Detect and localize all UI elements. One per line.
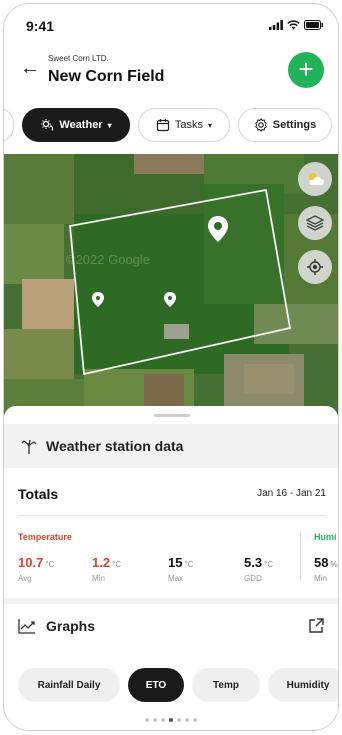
date-range[interactable]: Jan 16 - Jan 21 [257, 488, 326, 499]
stat-value: 58 [314, 555, 329, 570]
partly-cloudy-icon [309, 173, 324, 185]
stat-unit: °C [112, 560, 122, 569]
company-name: Sweet Corn LTD. [48, 54, 109, 63]
tab-tasks-label: Tasks [174, 119, 204, 131]
stat-label: Avg [18, 574, 32, 583]
tab-bar: Weather ▾ Tasks ▾ Settings [4, 108, 338, 144]
my-location-button[interactable] [298, 250, 332, 284]
chevron-down-icon: ▾ [208, 120, 213, 130]
phone-frame: 9:41 ← Sweet Corn LTD. New Corn Field + … [3, 3, 339, 731]
layers-icon [306, 215, 324, 231]
humidity-label: Humi [314, 532, 337, 542]
graphs-row[interactable]: Graphs [18, 618, 95, 634]
humidity-min-stat: 58% Min [314, 554, 338, 583]
chip-rainfall-daily[interactable]: Rainfall Daily [18, 668, 120, 702]
locate-icon [307, 259, 323, 275]
temp-avg-stat: 10.7 °C Avg [18, 554, 54, 583]
stat-unit: % [330, 560, 338, 569]
totals-heading: Totals [18, 486, 59, 502]
line-chart-icon [18, 619, 35, 634]
status-bar: 9:41 [4, 4, 338, 44]
gear-icon [254, 118, 267, 132]
map-watermark: ©2022 Google [66, 252, 150, 267]
temp-max-stat: 15 °C Max [168, 554, 193, 583]
status-icons [269, 20, 324, 30]
map-layers-button[interactable] [298, 206, 332, 240]
stat-value: 1.2 [92, 555, 111, 570]
satellite-map[interactable]: ©2022 Google [4, 154, 338, 416]
battery-icon [304, 20, 323, 30]
section-divider [4, 598, 338, 604]
page-dot[interactable] [177, 718, 181, 722]
sheet-grabber[interactable] [154, 414, 190, 417]
temp-min-stat: 1.2 °C Min [92, 554, 121, 583]
stat-value: 15 [168, 555, 183, 570]
bottom-sheet: Weather station data Totals Jan 16 - Jan… [4, 406, 338, 730]
wifi-icon [287, 20, 300, 30]
signal-icon [269, 20, 283, 30]
weather-icon [41, 119, 54, 131]
back-arrow-icon[interactable]: ← [20, 56, 40, 80]
stat-unit: °C [264, 560, 274, 569]
tab-tasks[interactable]: Tasks ▾ [138, 108, 230, 142]
map-imagery: ©2022 Google [4, 154, 338, 416]
chip-temp[interactable]: Temp [192, 668, 260, 702]
page-dot[interactable] [145, 718, 149, 722]
page-dot[interactable] [161, 718, 165, 722]
divider [18, 515, 326, 516]
stat-value: 5.3 [244, 555, 263, 570]
temp-gdd-stat: 5.3 °C GDD [244, 554, 273, 583]
page-dot[interactable] [193, 718, 197, 722]
stat-label: GDD [244, 574, 262, 583]
weather-station-icon [21, 439, 37, 454]
tab-settings-label: Settings [272, 119, 317, 131]
add-button[interactable]: + [288, 52, 324, 88]
calendar-icon [156, 119, 170, 132]
weather-layer-button[interactable] [298, 162, 332, 196]
page-indicator [4, 718, 338, 722]
tab-previous-partial[interactable] [4, 108, 14, 142]
open-external-icon[interactable] [308, 618, 324, 634]
status-time: 9:41 [26, 18, 55, 34]
tab-settings[interactable]: Settings [238, 108, 332, 142]
stat-label: Max [168, 574, 184, 583]
graphs-label: Graphs [46, 618, 96, 634]
stat-unit: °C [184, 560, 194, 569]
app-header: ← Sweet Corn LTD. New Corn Field + [4, 46, 338, 94]
field-title: New Corn Field [48, 68, 165, 85]
stat-label: Min [92, 574, 105, 583]
temperature-label: Temperature [18, 532, 72, 542]
graph-type-chips: Rainfall Daily ETO Temp Humidity [4, 668, 338, 704]
stat-value: 10.7 [18, 555, 44, 570]
page-dot[interactable] [169, 718, 173, 722]
stat-unit: °C [45, 560, 55, 569]
stat-label: Min [314, 574, 327, 583]
chip-humidity[interactable]: Humidity [268, 668, 338, 702]
page-dot[interactable] [185, 718, 189, 722]
divider [300, 531, 301, 579]
tab-weather[interactable]: Weather ▾ [22, 108, 130, 142]
chevron-down-icon: ▾ [107, 120, 112, 130]
panel-title: Weather station data [46, 438, 184, 454]
page-dot[interactable] [153, 718, 157, 722]
tab-weather-label: Weather [59, 119, 103, 131]
weather-station-header: Weather station data [4, 424, 338, 468]
chip-eto[interactable]: ETO [128, 668, 184, 702]
